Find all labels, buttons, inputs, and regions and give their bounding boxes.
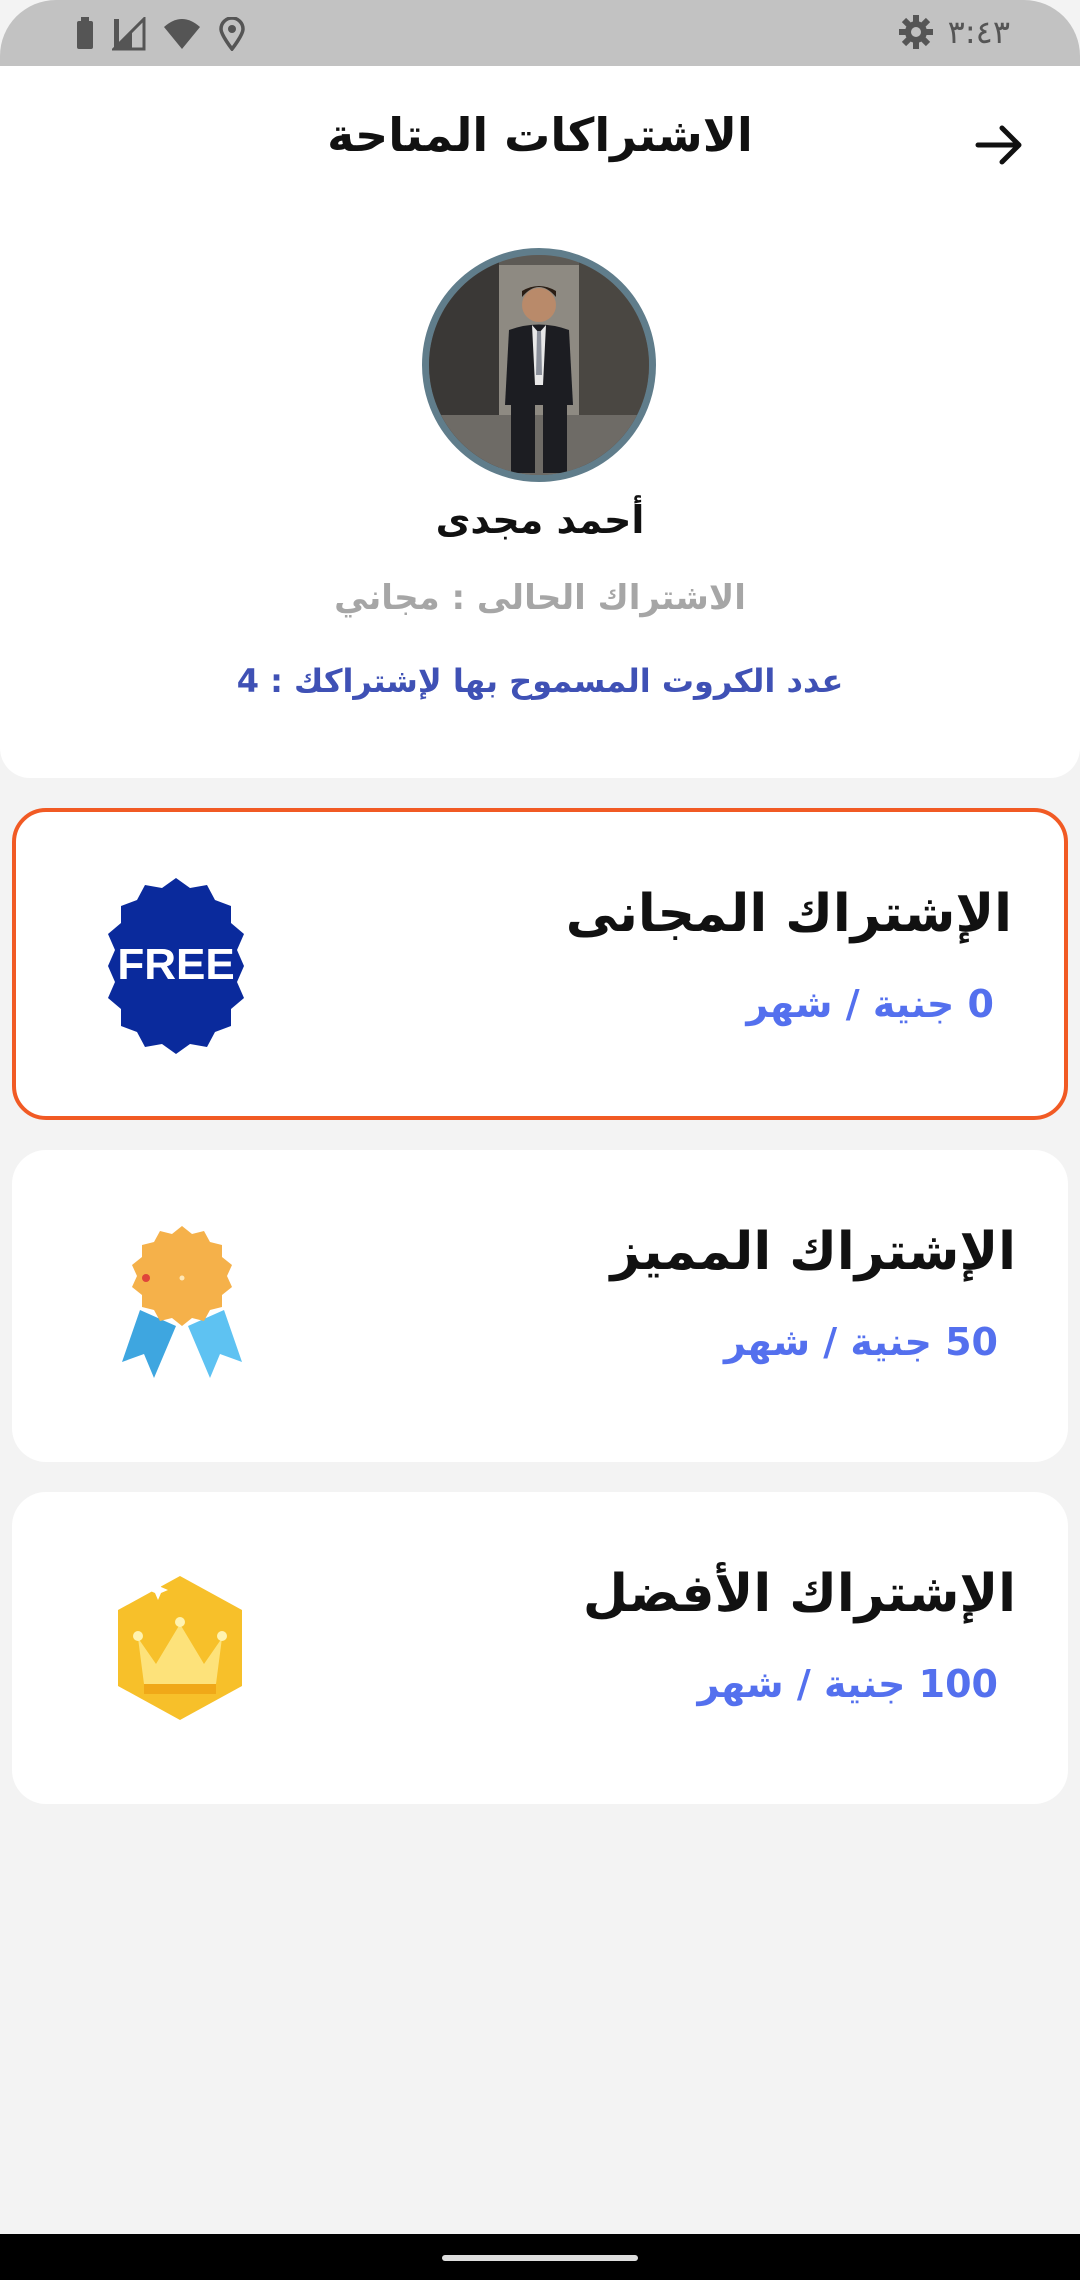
allowed-cards-count: عدد الكروت المسموح بها لإشتراكك : 4: [236, 662, 844, 700]
plan-title: الإشتراك الأفضل: [582, 1564, 1016, 1624]
plan-card-premium[interactable]: الإشتراك المميز 50 جنية / شهر: [12, 1150, 1068, 1462]
crown-hexagon-icon: [113, 1576, 242, 1720]
page-title: الاشتراكات المتاحة: [327, 108, 753, 162]
plan-price: 0 جنية / شهر: [746, 982, 994, 1026]
status-bar: ٣:٤٣: [0, 0, 1080, 66]
status-right: ٣:٤٣: [898, 12, 1010, 52]
plan-price: 50 جنية / شهر: [723, 1320, 998, 1364]
plan-card-free[interactable]: الإشتراك المجانى 0 جنية / شهر FREE: [12, 808, 1068, 1120]
profile-photo: [429, 255, 649, 475]
home-gesture-handle[interactable]: [442, 2255, 638, 2261]
plan-price: 100 جنية / شهر: [697, 1662, 998, 1706]
location-icon: [219, 17, 245, 51]
status-time: ٣:٤٣: [947, 13, 1010, 51]
user-name: أحمد مجدى: [435, 498, 645, 542]
profile-header-card: الاشتراكات المتاحة أحمد مجدى الاشتراك ال…: [0, 66, 1080, 778]
status-icons: [74, 14, 246, 54]
plan-title: الإشتراك المميز: [610, 1222, 1017, 1282]
settings-icon: [898, 15, 933, 49]
free-badge-text: FREE: [117, 940, 234, 989]
plan-card-best[interactable]: الإشتراك الأفضل 100 جنية / شهر: [12, 1492, 1068, 1804]
free-badge-icon: FREE: [108, 878, 244, 1054]
avatar[interactable]: [422, 248, 656, 482]
plan-title: الإشتراك المجانى: [565, 884, 1012, 944]
award-medal-icon: [122, 1226, 242, 1378]
wifi-icon: [164, 19, 200, 49]
signal-icon: [112, 17, 146, 51]
current-subscription: الاشتراك الحالى : مجاني: [334, 578, 746, 618]
battery-icon: [77, 17, 93, 49]
arrow-right-icon[interactable]: [970, 116, 1028, 174]
